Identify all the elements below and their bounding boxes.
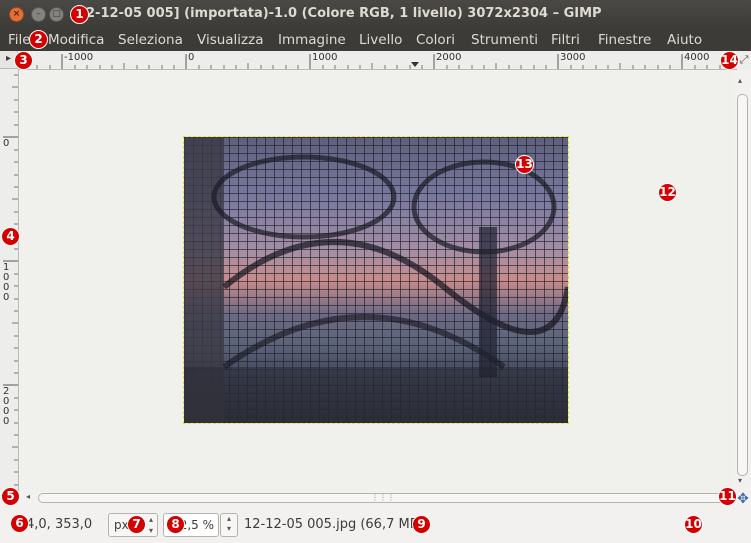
ruler-label: 4000 bbox=[684, 52, 710, 63]
menu-colori[interactable]: Colori bbox=[416, 32, 455, 48]
horizontal-scroll-thumb[interactable]: ⋮⋮⋮ bbox=[38, 493, 728, 503]
annotation-marker-1: 1 bbox=[70, 5, 89, 24]
ruler-label: 1000 bbox=[312, 52, 338, 63]
horizontal-ruler-ticks bbox=[24, 54, 721, 69]
ruler-label: 0 bbox=[3, 138, 10, 149]
ruler-label: 0 bbox=[188, 52, 195, 63]
annotation-marker-8: 8 bbox=[166, 515, 185, 534]
annotation-marker-14: 14 bbox=[720, 51, 739, 70]
menu-seleziona[interactable]: Seleziona bbox=[118, 32, 183, 48]
menu-file[interactable]: File bbox=[8, 32, 31, 48]
ruler-label: 1 0 0 0 bbox=[3, 262, 10, 303]
navigate-icon[interactable]: ✥ bbox=[735, 491, 751, 507]
annotation-marker-7: 7 bbox=[127, 515, 146, 534]
horizontal-ruler[interactable]: -1000 0 1000 2000 3000 4000 bbox=[18, 51, 737, 70]
annotation-marker-9: 9 bbox=[412, 515, 431, 534]
status-message: 12-12-05 005.jpg (66,7 MB) bbox=[244, 517, 424, 532]
vertical-scrollbar[interactable]: ▴ ▾ bbox=[733, 70, 751, 491]
menu-filtri[interactable]: Filtri bbox=[551, 32, 580, 48]
annotation-marker-4: 4 bbox=[1, 227, 20, 246]
minimize-window-button[interactable]: – bbox=[31, 7, 46, 22]
annotation-marker-11: 11 bbox=[718, 487, 737, 506]
ruler-label: 3000 bbox=[560, 52, 586, 63]
close-window-button[interactable]: × bbox=[9, 7, 24, 22]
unit-select-arrows-icon: ▴ ▾ bbox=[148, 515, 153, 535]
zoom-spin-arrows-icon[interactable]: ▴ ▾ bbox=[220, 513, 238, 537]
pointer-coordinates: 4,0, 353,0 bbox=[26, 517, 93, 532]
menu-strumenti[interactable]: Strumenti bbox=[471, 32, 538, 48]
vertical-scroll-thumb[interactable] bbox=[737, 94, 748, 476]
menu-modifica[interactable]: Modifica bbox=[48, 32, 104, 48]
annotation-marker-10: 10 bbox=[684, 515, 703, 534]
pointer-position-marker bbox=[411, 62, 419, 67]
ruler-label: 2 0 0 0 bbox=[3, 386, 10, 427]
ruler-label: -1000 bbox=[64, 52, 94, 63]
window-titlebar: × – □ 2-12-05 005] (importata)-1.0 (Colo… bbox=[0, 0, 751, 29]
menu-immagine[interactable]: Immagine bbox=[278, 32, 346, 48]
ruler-label: 2000 bbox=[436, 52, 462, 63]
annotation-marker-5: 5 bbox=[1, 487, 20, 506]
menu-livello[interactable]: Livello bbox=[359, 32, 402, 48]
statusbar: 4,0, 353,0 px ▴ ▾ 12,5 % ▴ ▾ 12-12-05 005.… bbox=[0, 507, 751, 543]
scroll-down-arrow[interactable]: ▾ bbox=[738, 476, 742, 485]
maximize-window-button[interactable]: □ bbox=[49, 7, 64, 22]
annotation-marker-6: 6 bbox=[10, 514, 29, 533]
annotation-marker-13: 13 bbox=[515, 155, 534, 174]
zoom-image-icon[interactable]: ⤢ bbox=[737, 51, 751, 69]
annotation-marker-2: 2 bbox=[29, 30, 48, 49]
menubar: File Modifica Seleziona Visualizza Immag… bbox=[0, 29, 751, 51]
annotation-marker-3: 3 bbox=[14, 51, 33, 70]
image-canvas[interactable] bbox=[183, 136, 569, 424]
horizontal-scrollbar[interactable]: ◂ ⋮⋮⋮ ▸ bbox=[18, 491, 734, 505]
lace-curtain-photo bbox=[184, 137, 568, 423]
menu-visualizza[interactable]: Visualizza bbox=[197, 32, 264, 48]
menu-aiuto[interactable]: Aiuto bbox=[667, 32, 702, 48]
menu-finestre[interactable]: Finestre bbox=[598, 32, 651, 48]
annotation-marker-12: 12 bbox=[658, 183, 677, 202]
scroll-up-arrow[interactable]: ▴ bbox=[738, 76, 742, 85]
window-title: 2-12-05 005] (importata)-1.0 (Colore RGB… bbox=[86, 6, 602, 21]
vertical-ruler[interactable]: 0 1 0 0 0 2 0 0 0 bbox=[0, 69, 19, 491]
scroll-left-arrow[interactable]: ◂ bbox=[26, 492, 30, 501]
